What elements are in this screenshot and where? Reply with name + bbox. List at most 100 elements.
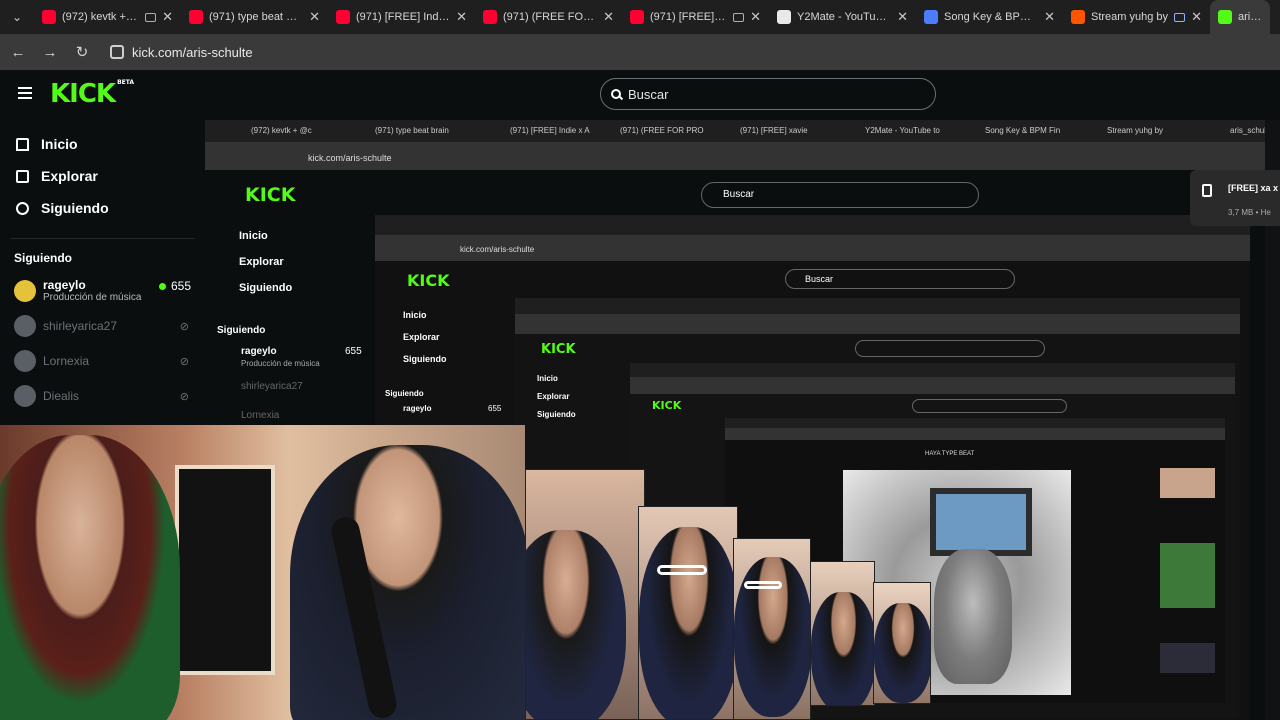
tab-title: aris_schul xyxy=(1238,11,1262,23)
forward-arrow-icon[interactable]: → xyxy=(42,44,58,61)
nested-tab-title: (972) kevtk + @c xyxy=(251,126,312,135)
tab-media-icon[interactable] xyxy=(145,12,157,22)
nested-address-bar xyxy=(725,428,1225,440)
reload-icon[interactable]: ↻ xyxy=(74,43,90,61)
nav-label: Inicio xyxy=(41,136,78,152)
browser-tab[interactable]: (971) [FREE] xavie ✕ xyxy=(622,0,769,34)
tab-search-chevron-icon[interactable]: ⌄ xyxy=(0,0,34,34)
tab-close-icon[interactable]: ✕ xyxy=(750,9,761,25)
nested-url: kick.com/aris-schulte xyxy=(308,153,392,163)
person-right xyxy=(290,445,525,720)
yt-thumbnail xyxy=(1160,468,1215,498)
tab-title: Stream yuhg by xyxy=(1091,11,1169,23)
back-arrow-icon[interactable]: ← xyxy=(10,44,26,61)
following-heading: Siguiendo xyxy=(14,251,72,265)
viewer-count: 655 xyxy=(158,279,191,293)
url-text[interactable]: kick.com/aris-schulte xyxy=(132,45,253,60)
nested-nav: Inicio xyxy=(537,374,558,383)
tab-close-icon[interactable]: ✕ xyxy=(603,9,614,25)
nested-viewers: 655 xyxy=(488,404,502,413)
nested-nav: Explorar xyxy=(403,332,440,342)
tab-close-icon[interactable]: ✕ xyxy=(456,9,467,25)
nested-nav: Siguiendo xyxy=(239,282,293,294)
nav-item-siguiendo[interactable]: Siguiendo xyxy=(0,192,205,224)
offline-icon: ⊘ xyxy=(179,356,189,368)
heart-icon xyxy=(16,201,29,215)
search-placeholder: Buscar xyxy=(628,86,669,102)
channel-item-rageylo[interactable]: rageylo Producción de música 655 xyxy=(0,273,205,308)
menu-icon[interactable] xyxy=(18,87,32,99)
nested-url: kick.com/aris-schulte xyxy=(460,245,535,254)
soundcloud-icon xyxy=(1071,10,1085,24)
nested-tab-title: aris_schul xyxy=(1230,126,1265,135)
nested-tab-strip xyxy=(515,298,1240,314)
nested-channel-cat: Producción de música xyxy=(241,359,320,368)
browser-tab[interactable]: (971) (FREE FOR PRO ✕ xyxy=(475,0,622,34)
yt-thumbnail xyxy=(1160,643,1215,673)
youtube-icon xyxy=(336,10,350,24)
youtube-icon xyxy=(189,10,203,24)
browser-tab[interactable]: (971) type beat brain ✕ xyxy=(181,0,328,34)
beta-badge: BETA xyxy=(117,79,135,86)
nested-webcam-tile xyxy=(525,469,645,720)
nested-viewers: 655 xyxy=(345,346,362,357)
browser-tab[interactable]: (972) kevtk + @cr ✕ xyxy=(34,0,181,34)
kick-header: KICK BETA Buscar xyxy=(0,70,1280,120)
person-figure xyxy=(811,592,874,705)
kick-icon xyxy=(1218,10,1232,24)
nested-address-bar xyxy=(515,314,1240,334)
browser-tab[interactable]: (971) [FREE] Indie x A ✕ xyxy=(328,0,475,34)
tab-title: (971) [FREE] Indie x A xyxy=(356,11,450,23)
download-notification[interactable]: [FREE] xa x sample 3,7 MB • He xyxy=(1190,170,1280,226)
nested-tab-strip xyxy=(630,363,1235,377)
offline-icon: ⊘ xyxy=(179,391,189,403)
nested-tab-title: (971) [FREE] Indie x A xyxy=(510,126,590,135)
browser-tab-active[interactable]: aris_schul xyxy=(1210,0,1270,34)
tab-close-icon[interactable]: ✕ xyxy=(309,9,320,25)
tab-close-icon[interactable]: ✕ xyxy=(162,9,173,25)
tab-title: (971) type beat brain xyxy=(209,11,304,23)
tab-title: (971) (FREE FOR PRO xyxy=(503,11,597,23)
nested-nav: Explorar xyxy=(239,256,284,268)
tab-close-icon[interactable]: ✕ xyxy=(1044,9,1055,25)
search-input[interactable]: Buscar xyxy=(600,78,936,110)
nested-heading: Siguiendo xyxy=(217,325,266,336)
channel-name: rageylo xyxy=(43,278,86,292)
nested-tab-strip xyxy=(375,215,1250,235)
person-figure xyxy=(639,527,737,719)
webcam-overlay xyxy=(0,425,525,720)
channel-name: shirleyarica27 xyxy=(43,318,118,333)
viewer-count-text: 655 xyxy=(170,279,191,293)
sidebar: Inicio Explorar Siguiendo Siguiendo rage… xyxy=(0,120,205,425)
songkey-icon xyxy=(924,10,938,24)
nav-label: Explorar xyxy=(41,168,98,184)
youtube-icon xyxy=(630,10,644,24)
nested-nav: Inicio xyxy=(403,310,427,320)
browser-tab[interactable]: Song Key & BPM Fin ✕ xyxy=(916,0,1063,34)
channel-category: Producción de música xyxy=(43,292,142,303)
tab-media-icon[interactable] xyxy=(1174,12,1186,22)
nested-channel: rageylo xyxy=(241,346,277,357)
nav-item-explorar[interactable]: Explorar xyxy=(0,160,205,192)
browser-tab-strip: ⌄ (972) kevtk + @cr ✕ (971) type beat br… xyxy=(0,0,1280,34)
tab-title: Song Key & BPM Fin xyxy=(944,11,1039,23)
channel-item-lornexia[interactable]: Lornexia ⊘ xyxy=(0,343,205,378)
channel-name: Diealis xyxy=(43,388,80,403)
tab-media-icon[interactable] xyxy=(733,12,745,22)
nested-channel: shirleyarica27 xyxy=(241,381,303,392)
channel-item-diealis[interactable]: Diealis ⊘ xyxy=(0,378,205,413)
kick-logo[interactable]: KICK BETA xyxy=(50,79,134,109)
browser-tab[interactable]: Stream yuhg by ✕ xyxy=(1063,0,1210,34)
person-left xyxy=(0,435,180,720)
tab-close-icon[interactable]: ✕ xyxy=(897,9,908,25)
omnibox[interactable]: kick.com/aris-schulte xyxy=(110,45,253,60)
site-settings-icon[interactable] xyxy=(110,45,124,59)
channel-item-shirleyarica27[interactable]: shirleyarica27 ⊘ xyxy=(0,308,205,343)
nested-nav: Siguiendo xyxy=(403,354,447,364)
nav-item-inicio[interactable]: Inicio xyxy=(0,128,205,160)
live-dot-icon xyxy=(158,282,166,290)
nested-search xyxy=(912,399,1067,413)
browser-tab[interactable]: Y2Mate - YouTube to ✕ xyxy=(769,0,916,34)
nested-tab-title: (971) (FREE FOR PRO xyxy=(620,126,704,135)
tab-close-icon[interactable]: ✕ xyxy=(1191,9,1202,25)
